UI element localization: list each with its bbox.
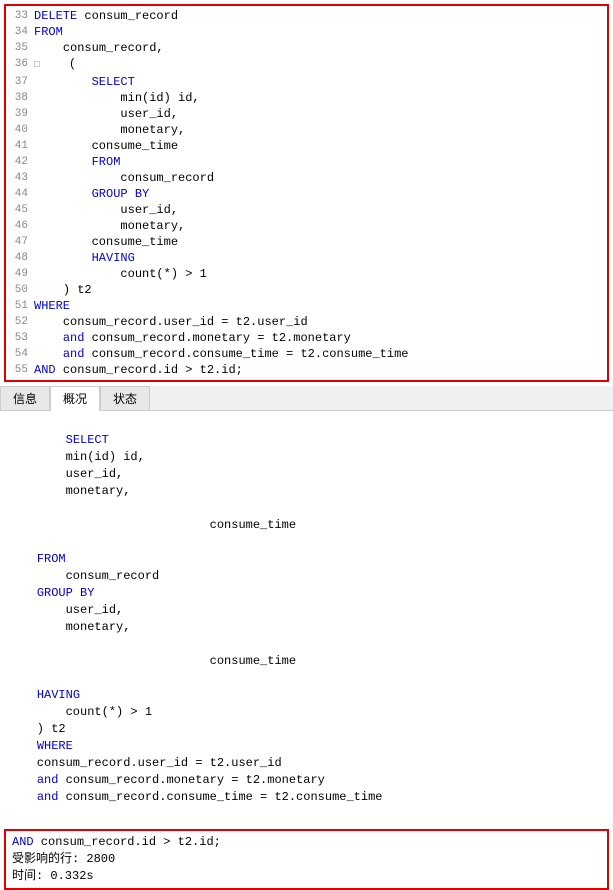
line-number: 33 — [6, 8, 34, 24]
line-number: 50 — [6, 282, 34, 298]
line-number: 53 — [6, 330, 34, 346]
line-number: 54 — [6, 346, 34, 362]
code-line: 54 and consum_record.consume_time = t2.c… — [6, 346, 607, 362]
code-line: 48 HAVING — [6, 250, 607, 266]
line-content: monetary, — [34, 218, 607, 234]
line-content: AND consum_record.id > t2.id; — [34, 362, 607, 378]
code-line: 34FROM — [6, 24, 607, 40]
line-content: consume_time — [34, 234, 607, 250]
code-editor-container: 33DELETE consum_record34FROM35 consum_re… — [4, 4, 609, 382]
line-content: DELETE consum_record — [34, 8, 607, 24]
code-line: 49 count(*) > 1 — [6, 266, 607, 282]
code-line: 35 consum_record, — [6, 40, 607, 56]
tabs-bar: 信息 概况 状态 — [0, 386, 613, 411]
status-box: AND consum_record.id > t2.id; 受影响的行: 280… — [4, 829, 609, 890]
status-line3: 时间: 0.332s — [12, 868, 601, 885]
keyword: FROM — [92, 155, 121, 169]
line-content: and consum_record.monetary = t2.monetary — [34, 330, 607, 346]
code-line: 37 SELECT — [6, 74, 607, 90]
keyword: HAVING — [92, 251, 135, 265]
line-number: 34 — [6, 24, 34, 40]
code-line: 41 consume_time — [6, 138, 607, 154]
line-number: 41 — [6, 138, 34, 154]
line-number: 39 — [6, 106, 34, 122]
line-content: HAVING — [34, 250, 607, 266]
line-number: 51 — [6, 298, 34, 314]
line-content: □ ( — [34, 56, 607, 74]
line-content: WHERE — [34, 298, 607, 314]
line-number: 48 — [6, 250, 34, 266]
line-content: user_id, — [34, 106, 607, 122]
line-number: 36 — [6, 56, 34, 72]
status-line1: AND consum_record.id > t2.id; — [12, 834, 601, 851]
code-line: 52 consum_record.user_id = t2.user_id — [6, 314, 607, 330]
keyword: and — [63, 331, 92, 345]
code-line: 40 monetary, — [6, 122, 607, 138]
line-number: 43 — [6, 170, 34, 186]
line-content: FROM — [34, 154, 607, 170]
result-panel: SELECT min(id) id, user_id, monetary, co… — [0, 411, 613, 827]
code-line: 55AND consum_record.id > t2.id; — [6, 362, 607, 378]
keyword: DELETE — [34, 9, 84, 23]
line-content: consum_record, — [34, 40, 607, 56]
line-number: 37 — [6, 74, 34, 90]
line-number: 55 — [6, 362, 34, 378]
line-content: consum_record.user_id = t2.user_id — [34, 314, 607, 330]
code-line: 38 min(id) id, — [6, 90, 607, 106]
line-number: 42 — [6, 154, 34, 170]
line-number: 46 — [6, 218, 34, 234]
line-content: GROUP BY — [34, 186, 607, 202]
line-content: FROM — [34, 24, 607, 40]
code-lines: 33DELETE consum_record34FROM35 consum_re… — [6, 8, 607, 378]
line-number: 38 — [6, 90, 34, 106]
line-content: user_id, — [34, 202, 607, 218]
code-line: 47 consume_time — [6, 234, 607, 250]
tab-info[interactable]: 信息 — [0, 386, 50, 410]
line-content: ) t2 — [34, 282, 607, 298]
code-line: 53 and consum_record.monetary = t2.monet… — [6, 330, 607, 346]
line-number: 45 — [6, 202, 34, 218]
result-code-content: SELECT min(id) id, user_id, monetary, co… — [8, 415, 605, 823]
line-number: 35 — [6, 40, 34, 56]
line-number: 52 — [6, 314, 34, 330]
expand-icon[interactable]: □ — [34, 60, 40, 71]
line-number: 44 — [6, 186, 34, 202]
keyword: FROM — [34, 25, 63, 39]
code-line: 51WHERE — [6, 298, 607, 314]
keyword: GROUP BY — [92, 187, 150, 201]
tab-overview[interactable]: 概况 — [50, 386, 100, 411]
keyword: and — [63, 347, 92, 361]
status-line2: 受影响的行: 2800 — [12, 851, 601, 868]
keyword: SELECT — [92, 75, 135, 89]
line-number: 47 — [6, 234, 34, 250]
code-line: 44 GROUP BY — [6, 186, 607, 202]
line-content: monetary, — [34, 122, 607, 138]
line-content: min(id) id, — [34, 90, 607, 106]
line-content: consume_time — [34, 138, 607, 154]
keyword: AND — [34, 363, 63, 377]
code-line: 50 ) t2 — [6, 282, 607, 298]
code-line: 45 user_id, — [6, 202, 607, 218]
line-number: 49 — [6, 266, 34, 282]
code-line: 46 monetary, — [6, 218, 607, 234]
code-line: 36□ ( — [6, 56, 607, 74]
code-line: 33DELETE consum_record — [6, 8, 607, 24]
line-content: SELECT — [34, 74, 607, 90]
line-content: and consum_record.consume_time = t2.cons… — [34, 346, 607, 362]
line-number: 40 — [6, 122, 34, 138]
line-content: count(*) > 1 — [34, 266, 607, 282]
line-content: consum_record — [34, 170, 607, 186]
code-line: 43 consum_record — [6, 170, 607, 186]
code-line: 42 FROM — [6, 154, 607, 170]
keyword: WHERE — [34, 299, 70, 313]
tab-status[interactable]: 状态 — [100, 386, 150, 410]
code-line: 39 user_id, — [6, 106, 607, 122]
